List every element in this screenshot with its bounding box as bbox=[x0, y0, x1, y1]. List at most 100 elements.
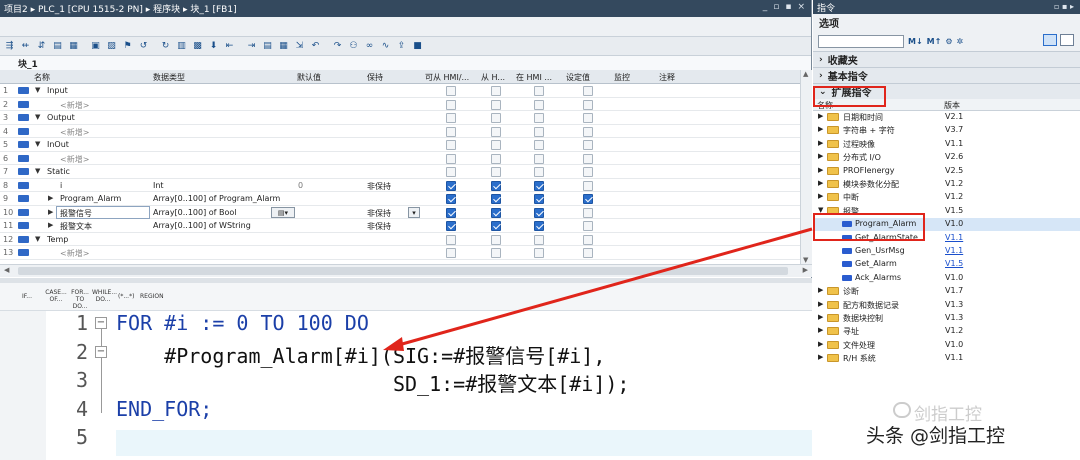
col-retain[interactable]: 保持 bbox=[367, 72, 383, 83]
instruction-item[interactable]: ▶ 配方和数据记录 V1.3 bbox=[813, 299, 1080, 312]
attribute-checkbox[interactable] bbox=[534, 180, 544, 191]
attribute-checkbox[interactable] bbox=[583, 113, 593, 123]
attribute-checkbox[interactable] bbox=[491, 113, 501, 123]
panel-controls[interactable]: ▫ ▪ ▸ bbox=[1054, 2, 1074, 11]
instruction-version[interactable]: V1.1 bbox=[945, 246, 963, 255]
attribute-checkbox[interactable] bbox=[446, 86, 456, 96]
attribute-checkbox[interactable] bbox=[446, 99, 456, 110]
toolbar-tool-icon[interactable]: ▦ bbox=[66, 39, 81, 53]
collapsed-arrow-icon[interactable]: ▶ bbox=[818, 166, 823, 174]
variable-name[interactable]: <新增> bbox=[60, 100, 89, 111]
toolbar-tool-icon[interactable]: ▥ bbox=[174, 39, 189, 53]
collapse-icon[interactable]: − bbox=[95, 345, 107, 358]
toolbar-tool-icon[interactable]: ▤ bbox=[50, 39, 65, 53]
scroll-up-icon[interactable]: ▲ bbox=[803, 70, 808, 78]
scroll-left-icon[interactable]: ◀ bbox=[4, 266, 9, 274]
expand-toggle-icon[interactable]: ▼ bbox=[35, 140, 40, 148]
expand-toggle-icon[interactable]: ▶ bbox=[48, 221, 53, 229]
attribute-checkbox[interactable] bbox=[583, 153, 593, 164]
variable-retain[interactable]: 非保持 bbox=[367, 221, 391, 232]
table-row[interactable]: 7 ▼ Static bbox=[0, 165, 800, 179]
attribute-checkbox[interactable] bbox=[583, 126, 593, 137]
col-instr-name[interactable]: 名称 bbox=[817, 100, 833, 111]
variable-name[interactable]: Static bbox=[47, 167, 70, 176]
scl-region-button[interactable]: REGION bbox=[140, 293, 164, 300]
scl-code-editor[interactable]: 1− FOR #i := 0 TO 100 DO 2− #Program_Alarm… bbox=[0, 311, 812, 460]
attribute-checkbox[interactable] bbox=[534, 99, 544, 110]
instruction-item[interactable]: ▶ 数据块控制 V1.3 bbox=[813, 312, 1080, 325]
toolbar-tool-icon[interactable]: ⇪ bbox=[394, 39, 409, 53]
instruction-search-input[interactable] bbox=[818, 34, 904, 48]
expanded-arrow-icon[interactable]: ▼ bbox=[818, 206, 823, 214]
variable-name[interactable]: Output bbox=[47, 113, 75, 122]
attribute-checkbox[interactable] bbox=[534, 113, 544, 123]
toolbar-tool-icon[interactable]: ⬇ bbox=[206, 39, 221, 53]
attribute-checkbox[interactable] bbox=[491, 221, 501, 231]
code-line[interactable]: END_FOR; bbox=[116, 397, 212, 421]
toolbar-tool-icon[interactable]: ∞ bbox=[362, 39, 377, 53]
toolbar-tool-icon[interactable]: ▨ bbox=[104, 39, 119, 53]
variable-name[interactable]: InOut bbox=[47, 140, 69, 149]
variable-datatype[interactable]: Array[0..100] of WString bbox=[153, 221, 251, 230]
attribute-checkbox[interactable] bbox=[491, 153, 501, 164]
attribute-checkbox[interactable] bbox=[583, 248, 593, 258]
toolbar-tool-icon[interactable]: ⇶ bbox=[2, 39, 17, 53]
collapsed-arrow-icon[interactable]: ▶ bbox=[818, 139, 823, 147]
code-line[interactable]: SD_1:=#报警文本[#i]); bbox=[116, 368, 630, 397]
attribute-checkbox[interactable] bbox=[491, 194, 501, 204]
attribute-checkbox[interactable] bbox=[446, 248, 456, 258]
toolbar-tool-icon[interactable]: ↻ bbox=[158, 39, 173, 53]
attribute-checkbox[interactable] bbox=[491, 180, 501, 191]
instruction-item[interactable]: Program_Alarm V1.0 bbox=[813, 218, 1080, 232]
expand-toggle-icon[interactable]: ▼ bbox=[35, 167, 40, 175]
attribute-checkbox[interactable] bbox=[446, 140, 456, 150]
scl-comment-button[interactable]: (*...*) bbox=[118, 293, 134, 300]
attribute-checkbox[interactable] bbox=[491, 234, 501, 245]
col-comment[interactable]: 注释 bbox=[659, 72, 675, 83]
attribute-checkbox[interactable] bbox=[446, 180, 456, 191]
attribute-checkbox[interactable] bbox=[583, 234, 593, 245]
variable-retain[interactable]: 非保持 bbox=[367, 181, 391, 192]
collapsed-arrow-icon[interactable]: ▶ bbox=[818, 353, 823, 361]
attribute-checkbox[interactable] bbox=[446, 126, 456, 137]
attribute-checkbox[interactable] bbox=[583, 99, 593, 110]
variable-name[interactable]: <新增> bbox=[60, 127, 89, 138]
name-edit-box[interactable] bbox=[56, 205, 150, 219]
attribute-checkbox[interactable] bbox=[583, 221, 593, 231]
variable-retain[interactable]: 非保持 bbox=[367, 208, 391, 219]
collapsed-arrow-icon[interactable]: ▶ bbox=[818, 340, 823, 348]
toolbar-tool-icon[interactable]: ■ bbox=[410, 39, 425, 53]
instruction-item[interactable]: ▼ 报警 V1.5 bbox=[813, 205, 1080, 218]
attribute-checkbox[interactable] bbox=[583, 180, 593, 191]
attribute-checkbox[interactable] bbox=[446, 194, 456, 204]
attribute-checkbox[interactable] bbox=[534, 167, 544, 177]
col-default[interactable]: 默认值 bbox=[297, 72, 321, 83]
table-row[interactable]: 8 i Int 0 非保持 bbox=[0, 179, 800, 192]
restore-button[interactable]: ▫ bbox=[773, 2, 779, 12]
horizontal-scroll-thumb[interactable] bbox=[18, 267, 788, 275]
col-setpoint[interactable]: 设定值 bbox=[566, 72, 590, 83]
scl-case-button[interactable]: CASE... OF... bbox=[45, 289, 67, 303]
variable-default[interactable]: 0 bbox=[298, 181, 303, 190]
scl-if-button[interactable]: IF... bbox=[22, 293, 32, 300]
settings-icon[interactable]: ⚙ bbox=[945, 37, 952, 46]
attribute-checkbox[interactable] bbox=[534, 234, 544, 245]
variable-name[interactable]: Program_Alarm bbox=[60, 194, 121, 203]
instruction-item[interactable]: ▶ 中断 V1.2 bbox=[813, 191, 1080, 204]
col-monitor[interactable]: 监控 bbox=[614, 72, 630, 83]
search-down-icon[interactable]: M↓ bbox=[908, 37, 923, 46]
attribute-checkbox[interactable] bbox=[491, 86, 501, 96]
toolbar-tool-icon[interactable]: ⇥ bbox=[244, 39, 259, 53]
variable-name[interactable]: Temp bbox=[47, 235, 68, 244]
table-row[interactable]: 5 ▼ InOut bbox=[0, 138, 800, 152]
table-row[interactable]: 1 ▼ Input bbox=[0, 84, 800, 98]
attribute-checkbox[interactable] bbox=[583, 86, 593, 96]
section-basic[interactable]: › 基本指令 bbox=[813, 67, 1080, 83]
close-button[interactable]: × bbox=[797, 2, 805, 12]
toolbar-tool-icon[interactable]: ▩ bbox=[190, 39, 205, 53]
scroll-down-icon[interactable]: ▼ bbox=[803, 256, 808, 264]
breadcrumb-item[interactable]: 项目2 bbox=[4, 5, 28, 15]
attribute-checkbox[interactable] bbox=[534, 126, 544, 137]
variable-name[interactable]: i bbox=[60, 181, 62, 190]
collapsed-arrow-icon[interactable]: ▶ bbox=[818, 192, 823, 200]
